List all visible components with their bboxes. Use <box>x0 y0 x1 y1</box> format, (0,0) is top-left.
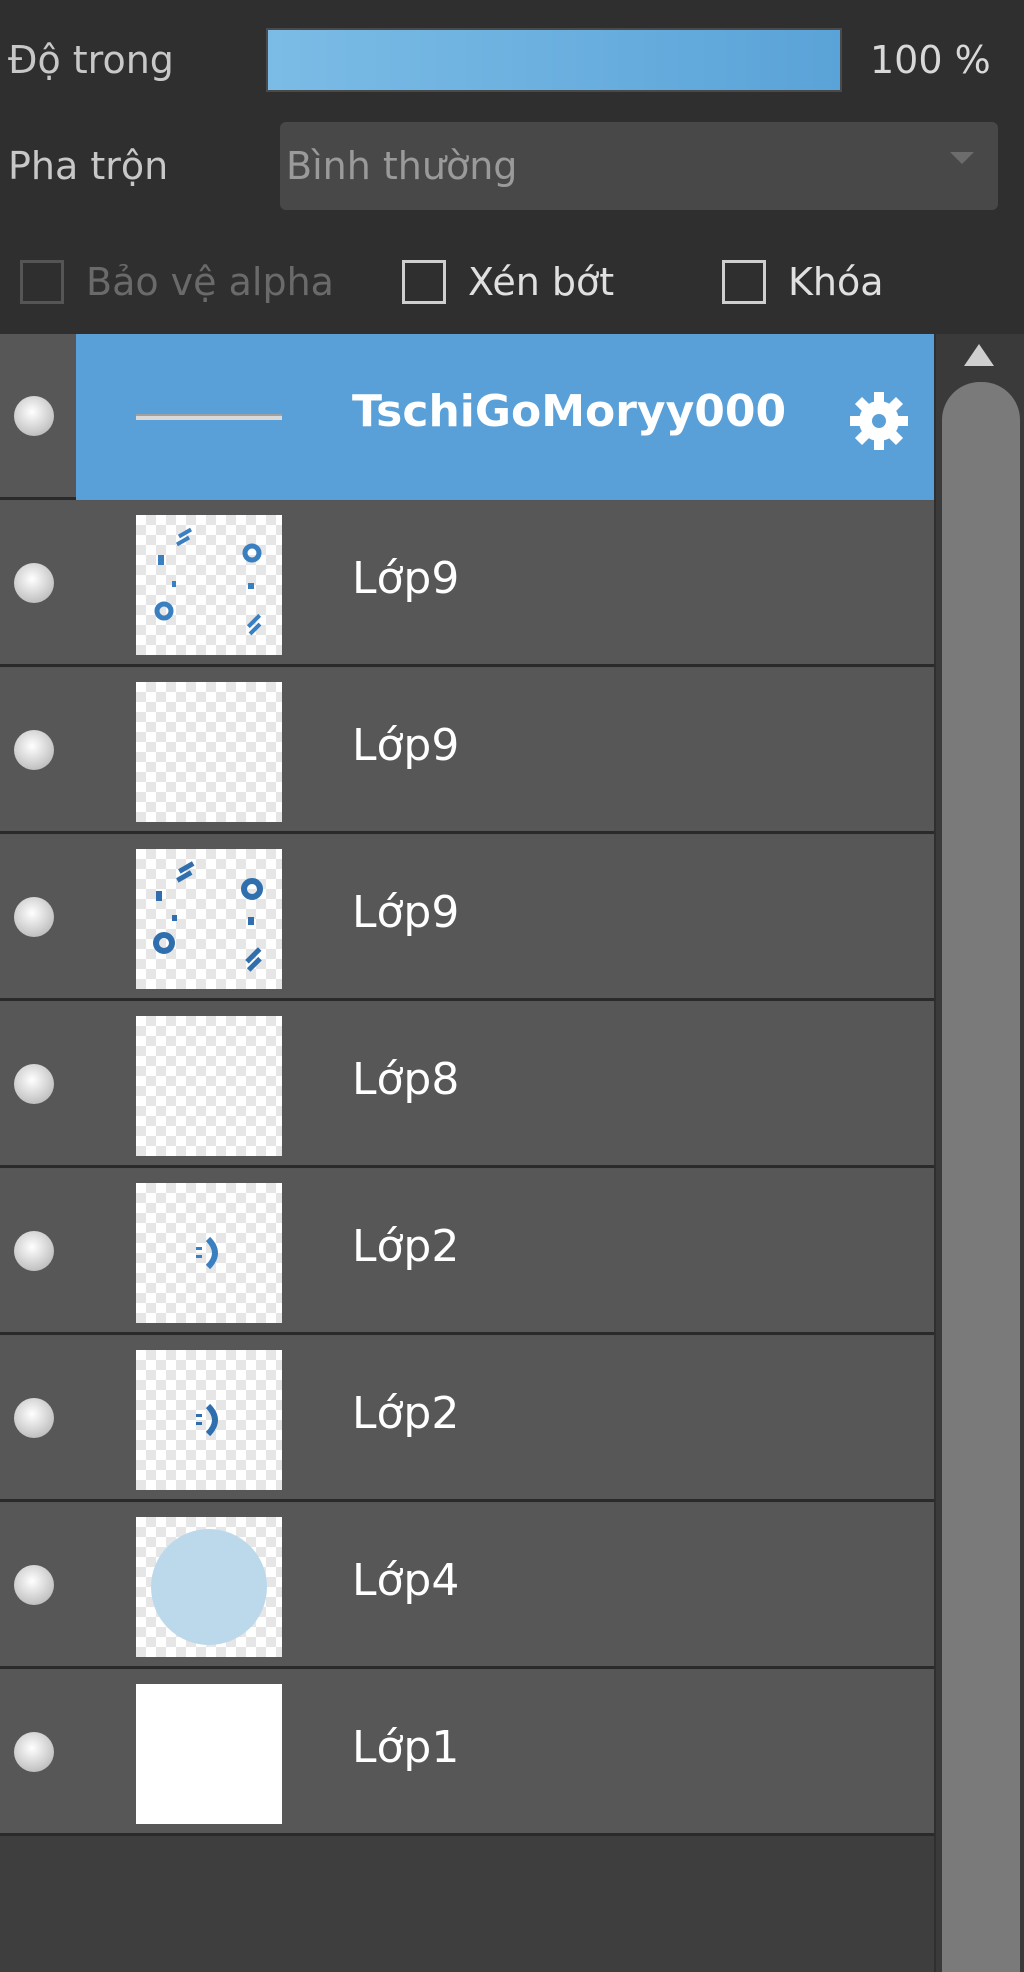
circle-text-mark <box>154 527 262 636</box>
small-mark <box>196 1236 218 1270</box>
visibility-toggle-icon[interactable] <box>14 1732 54 1772</box>
visibility-toggle-icon[interactable] <box>14 1398 54 1438</box>
scroll-up-arrow-icon[interactable] <box>964 344 994 366</box>
layer-name: Lớp2 <box>352 1388 460 1439</box>
opacity-label: Độ trong <box>8 38 174 82</box>
visibility-toggle-icon[interactable] <box>14 1231 54 1271</box>
protect-alpha-label: Bảo vệ alpha <box>86 260 334 304</box>
layer-thumbnail <box>136 1016 282 1156</box>
gear-icon[interactable] <box>844 386 914 456</box>
checkbox-box <box>20 260 64 304</box>
layer-list: TschiGoMoryy000 Lớp9 Lớp9 Lớp9 Lớp8 Lớp2… <box>0 334 934 1836</box>
blend-mode-select[interactable]: Bình thường <box>280 122 998 210</box>
blend-mode-label: Pha trộn <box>8 144 169 188</box>
checkbox-box <box>722 260 766 304</box>
layer-row[interactable]: Lớp4 <box>0 1503 934 1669</box>
layer-thumbnail <box>136 1183 282 1323</box>
opacity-value: 100 % <box>870 38 991 82</box>
visibility-toggle-icon[interactable] <box>14 1064 54 1104</box>
layer-name: Lớp2 <box>352 1221 460 1272</box>
visibility-toggle-icon[interactable] <box>14 730 54 770</box>
visibility-toggle-icon[interactable] <box>14 396 54 436</box>
layer-name: Lớp1 <box>352 1722 460 1773</box>
layer-row[interactable]: Lớp1 <box>0 1670 934 1836</box>
layer-name: TschiGoMoryy000 <box>352 386 787 437</box>
lock-checkbox[interactable]: Khóa <box>722 254 932 310</box>
scrollbar-thumb[interactable] <box>942 382 1020 1972</box>
layer-thumbnail <box>136 682 282 822</box>
small-mark <box>196 1403 218 1437</box>
visibility-toggle-icon[interactable] <box>14 1565 54 1605</box>
clipping-label: Xén bớt <box>468 260 615 304</box>
layer-row[interactable]: Lớp9 <box>0 501 934 667</box>
layer-options-row: Bảo vệ alpha Xén bớt Khóa <box>0 236 1024 326</box>
opacity-slider[interactable] <box>266 28 842 92</box>
layer-name: Lớp9 <box>352 720 460 771</box>
layer-thumbnail <box>136 515 282 655</box>
visibility-toggle-icon[interactable] <box>14 563 54 603</box>
lock-label: Khóa <box>788 260 884 304</box>
layer-row[interactable]: Lớp9 <box>0 668 934 834</box>
text-line-mark <box>136 414 282 420</box>
layer-name: Lớp4 <box>352 1555 460 1606</box>
layer-thumbnail <box>136 1684 282 1824</box>
circle-text-mark <box>153 861 263 972</box>
clipping-checkbox[interactable]: Xén bớt <box>402 254 652 310</box>
layer-thumbnail <box>136 849 282 989</box>
blue-circle-mark <box>151 1529 267 1645</box>
layer-thumbnail <box>136 1517 282 1657</box>
layer-row[interactable]: Lớp2 <box>0 1336 934 1502</box>
layer-thumbnail <box>136 348 282 488</box>
layer-properties-panel: Độ trong 100 % Pha trộn Bình thường Bảo … <box>0 0 1024 1972</box>
layer-thumbnail <box>136 1350 282 1490</box>
blend-mode-value: Bình thường <box>286 144 518 188</box>
blend-mode-row: Pha trộn Bình thường <box>0 116 1024 216</box>
chevron-down-icon <box>950 152 974 164</box>
layer-name: Lớp9 <box>352 553 460 604</box>
layer-row[interactable]: TschiGoMoryy000 <box>0 334 934 500</box>
layer-row[interactable]: Lớp9 <box>0 835 934 1001</box>
opacity-row: Độ trong 100 % <box>0 18 1024 100</box>
vertical-scrollbar[interactable] <box>936 334 1024 1972</box>
layer-name: Lớp8 <box>352 1054 460 1105</box>
layer-name: Lớp9 <box>352 887 460 938</box>
checkbox-box <box>402 260 446 304</box>
visibility-toggle-icon[interactable] <box>14 897 54 937</box>
protect-alpha-checkbox[interactable]: Bảo vệ alpha <box>20 254 350 310</box>
layer-row[interactable]: Lớp2 <box>0 1169 934 1335</box>
layer-list-empty-area <box>0 1836 934 1972</box>
layer-row[interactable]: Lớp8 <box>0 1002 934 1168</box>
